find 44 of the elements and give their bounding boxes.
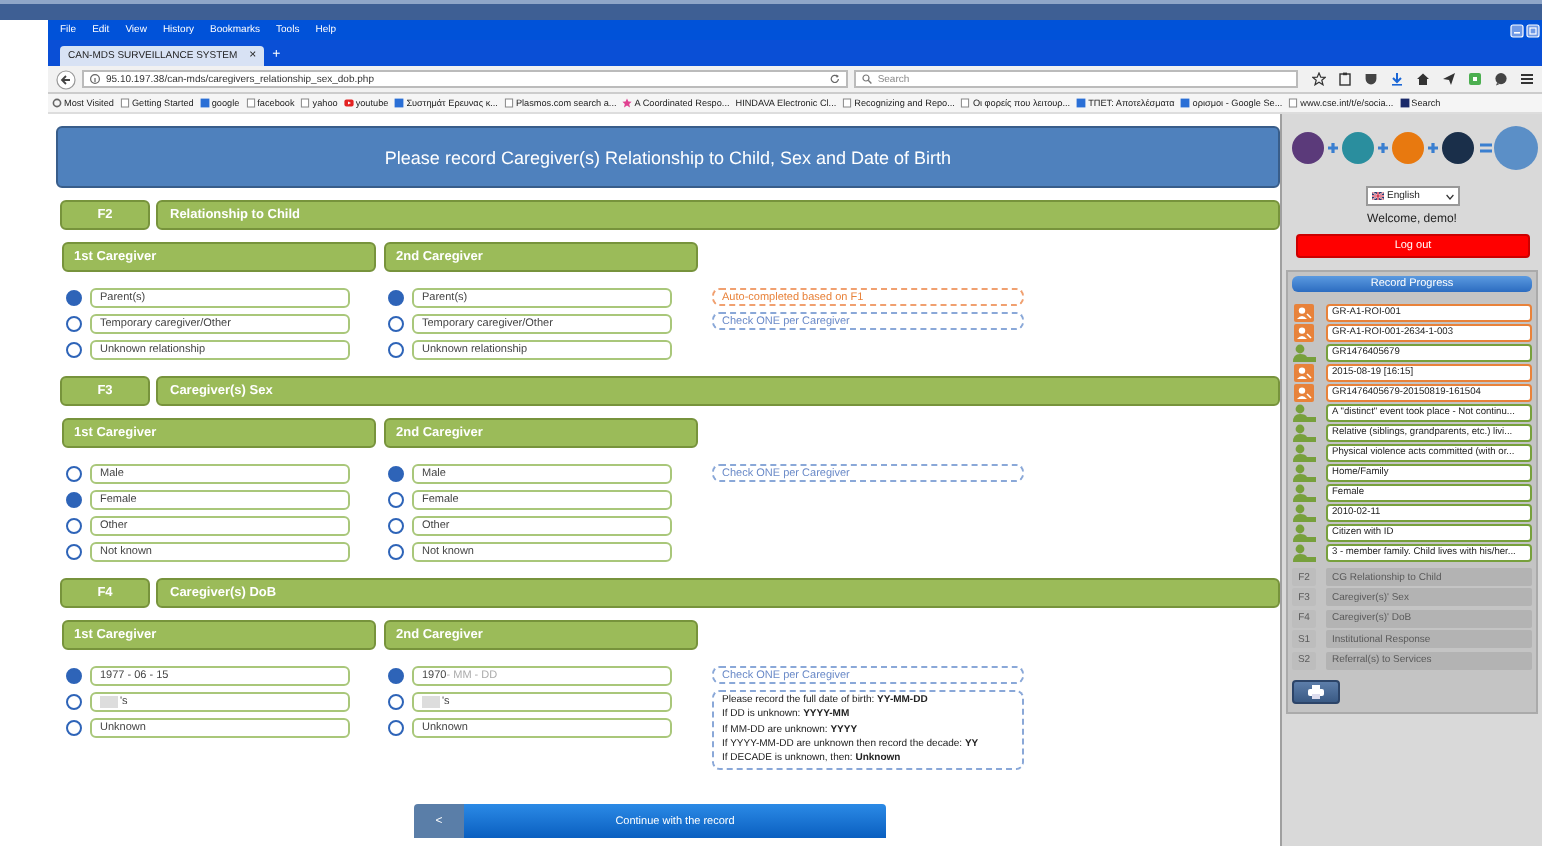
flag-icon [1371, 192, 1383, 200]
minimize-icon[interactable] [1510, 23, 1524, 37]
radio-button[interactable] [66, 466, 82, 482]
star-icon[interactable] [1312, 72, 1326, 86]
back-icon[interactable] [56, 69, 76, 89]
radio-button[interactable] [66, 544, 82, 560]
radio-button[interactable] [388, 290, 404, 306]
restore-icon[interactable] [1526, 23, 1540, 37]
info-icon [90, 74, 100, 84]
radio-button[interactable] [388, 720, 404, 736]
page-title: Please record Caregiver(s) Relationship to Child, Sex and Date of Birth [56, 126, 1280, 188]
shield-icon[interactable] [1364, 72, 1378, 86]
send-icon[interactable] [1442, 72, 1456, 86]
site-icon [1180, 98, 1191, 108]
radio-button[interactable] [388, 518, 404, 534]
site-icon [199, 98, 210, 108]
radio-button[interactable] [66, 720, 82, 736]
clipboard-icon[interactable] [1338, 72, 1352, 86]
radio-button[interactable] [66, 668, 82, 684]
extension-icon[interactable] [1468, 72, 1482, 86]
radio-button[interactable] [66, 518, 82, 534]
radio-button[interactable] [388, 466, 404, 482]
radio-button[interactable] [66, 342, 82, 358]
caret-icon [1445, 193, 1453, 199]
radio-button[interactable] [388, 316, 404, 332]
site-icon [1076, 98, 1087, 108]
chat-icon[interactable] [1494, 72, 1508, 86]
site-icon [394, 98, 405, 108]
download-icon[interactable] [1390, 72, 1404, 86]
radio-button[interactable] [66, 316, 82, 332]
radio-button[interactable] [66, 492, 82, 508]
radio-button[interactable] [388, 694, 404, 710]
radio-button[interactable] [388, 342, 404, 358]
print-button[interactable] [1292, 679, 1340, 704]
radio-button[interactable] [388, 492, 404, 508]
home-icon[interactable] [1416, 72, 1430, 86]
radio-button[interactable] [388, 668, 404, 684]
star-icon [622, 98, 633, 108]
radio-button[interactable] [388, 544, 404, 560]
menu-icon[interactable] [1520, 72, 1534, 86]
radio-button[interactable] [66, 290, 82, 306]
radio-button[interactable] [66, 694, 82, 710]
reload-icon[interactable] [829, 74, 840, 84]
printer-icon [1306, 683, 1326, 700]
